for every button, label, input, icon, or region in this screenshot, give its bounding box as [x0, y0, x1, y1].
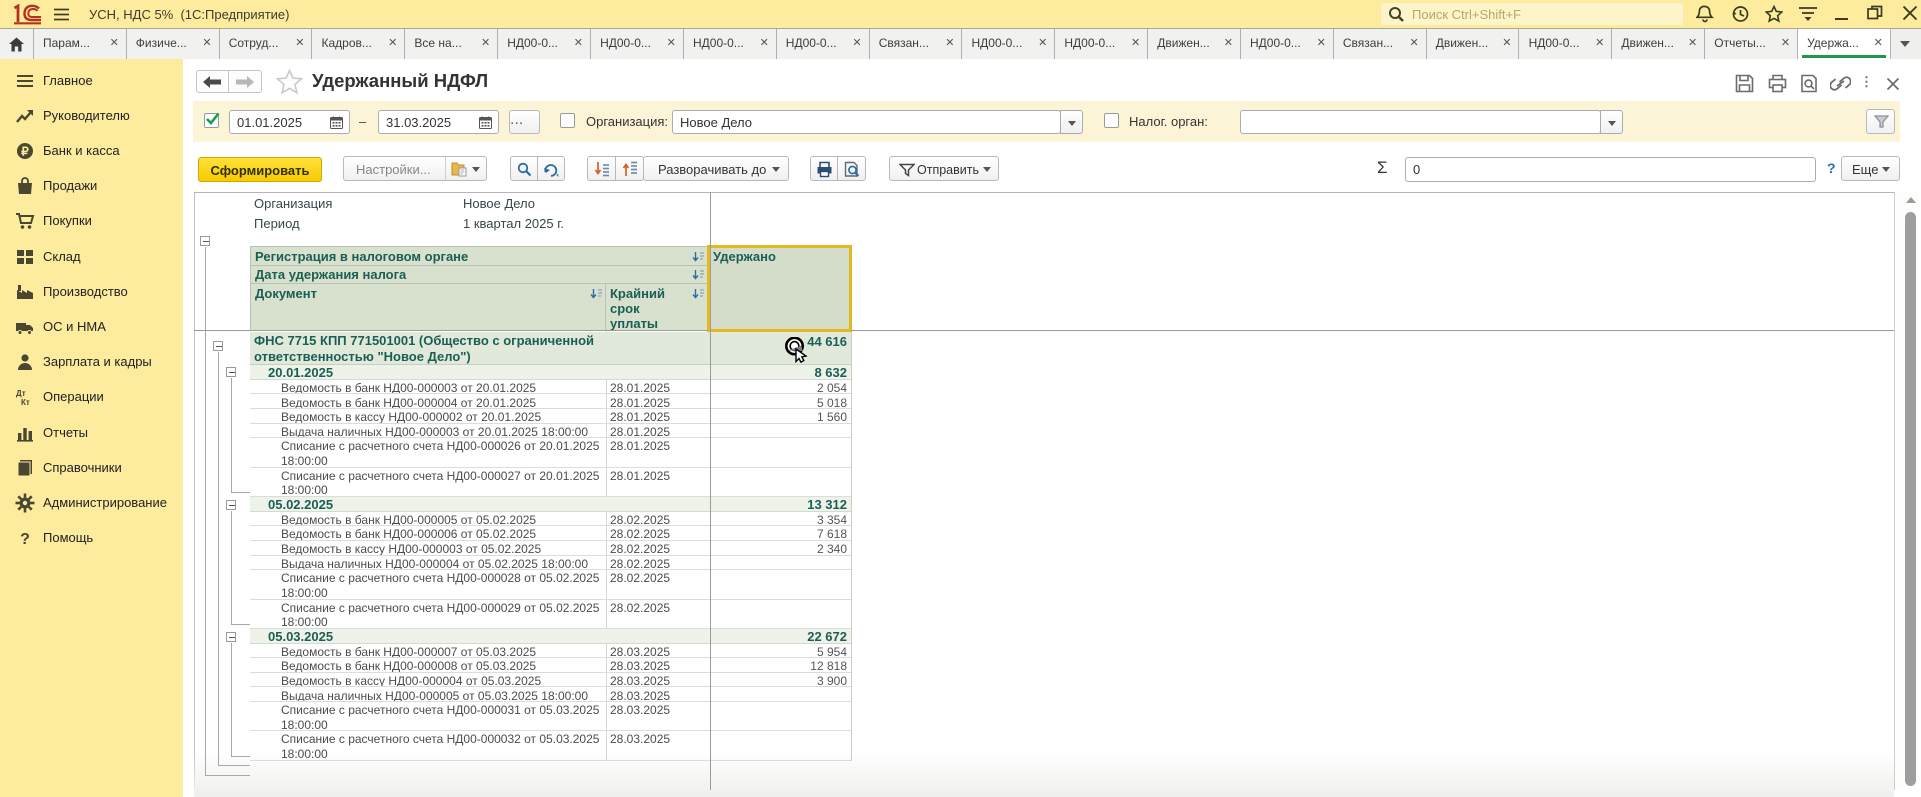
svg-text:₽: ₽ [21, 144, 29, 158]
svg-text:?: ? [20, 531, 30, 548]
svg-text:Кт: Кт [21, 398, 30, 407]
svg-text:Дт: Дт [16, 389, 26, 398]
